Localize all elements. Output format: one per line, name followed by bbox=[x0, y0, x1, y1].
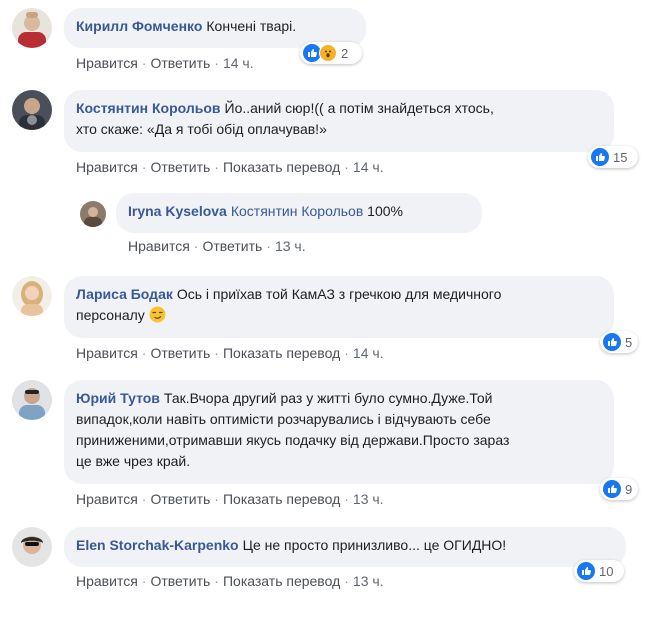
like-reaction-icon bbox=[603, 480, 621, 498]
reaction-number: 15 bbox=[613, 149, 628, 165]
comment-author[interactable]: Кирилл Фомченко bbox=[76, 18, 202, 34]
like-reaction-icon bbox=[603, 333, 621, 351]
comment-bubble: Костянтин Корольов Йо..аний сюр!(( а поті… bbox=[64, 90, 614, 152]
comment-text: приниженими,отримавши якусь подачку від … bbox=[76, 432, 510, 448]
reply-link[interactable]: Ответить bbox=[150, 491, 210, 507]
comment-bubble: Iryna Kyselova Костянтин Корольов 100% bbox=[116, 193, 482, 233]
reply-link[interactable]: Ответить bbox=[150, 55, 210, 71]
like-link[interactable]: Нравится bbox=[128, 238, 190, 254]
comment-text: Кончені тварі. bbox=[206, 18, 297, 34]
comment-time[interactable]: 13 ч. bbox=[275, 238, 306, 254]
comment-author[interactable]: Юрий Тутов bbox=[76, 390, 160, 406]
reaction-number: 5 bbox=[625, 334, 633, 350]
like-reaction-icon bbox=[591, 148, 609, 166]
reaction-count[interactable]: 5 bbox=[600, 331, 638, 353]
reply-link[interactable]: Ответить bbox=[150, 159, 210, 175]
reaction-count[interactable]: 2 bbox=[300, 42, 362, 64]
avatar-photo bbox=[12, 527, 52, 567]
reply-link[interactable]: Ответить bbox=[202, 238, 262, 254]
avatar[interactable] bbox=[12, 276, 52, 316]
comment-actions: Нравится · Ответить · Показать перевод · 14 ч. bbox=[76, 345, 384, 361]
avatar[interactable] bbox=[80, 201, 106, 227]
avatar[interactable] bbox=[12, 527, 52, 567]
avatar-photo bbox=[12, 276, 52, 316]
reaction-number: 2 bbox=[341, 45, 349, 61]
comment-actions: Нравится · Ответить · 14 ч. bbox=[76, 55, 254, 71]
like-link[interactable]: Нравится bbox=[76, 159, 138, 175]
translate-link[interactable]: Показать перевод bbox=[223, 573, 340, 589]
avatar[interactable] bbox=[12, 380, 52, 420]
reply-link[interactable]: Ответить bbox=[150, 573, 210, 589]
reaction-count[interactable]: 15 bbox=[588, 146, 638, 168]
comment-time[interactable]: 13 ч. bbox=[353, 573, 384, 589]
comment-time[interactable]: 14 ч. bbox=[353, 159, 384, 175]
avatar-photo bbox=[12, 380, 52, 420]
reaction-count[interactable]: 10 bbox=[574, 560, 624, 582]
comment-actions: Нравится · Ответить · 13 ч. bbox=[128, 238, 306, 254]
like-link[interactable]: Нравится bbox=[76, 573, 138, 589]
comment-actions: Нравится · Ответить · Показать перевод · 13 ч. bbox=[76, 573, 384, 589]
comment-text: Так.Вчора другий раз у житті було сумно.… bbox=[163, 390, 493, 406]
comment-bubble: Elen Storchak-Karpenko Це не просто прини… bbox=[64, 527, 626, 567]
comment-actions: Нравится · Ответить · Показать перевод · 13 ч. bbox=[76, 491, 384, 507]
comment-bubble: Юрий Тутов Так.Вчора другий раз у житті б… bbox=[64, 380, 614, 484]
comment-text: хто скаже: «Да я тобі обід оплачував!» bbox=[76, 121, 327, 137]
comment-text: Ось і приїхав той КамАЗ з гречкою для ме… bbox=[176, 286, 502, 302]
reply-link[interactable]: Ответить bbox=[150, 345, 210, 361]
comment-text: випадок,коли навіть оптимісти розчарувал… bbox=[76, 411, 491, 427]
reaction-number: 10 bbox=[599, 563, 614, 579]
like-link[interactable]: Нравится bbox=[76, 345, 138, 361]
avatar-photo bbox=[12, 8, 52, 48]
avatar-photo bbox=[12, 90, 52, 130]
comment-text: 100% bbox=[367, 203, 403, 219]
comment-text: це вже чрез край. bbox=[76, 453, 191, 469]
reaction-number: 9 bbox=[625, 481, 633, 497]
translate-link[interactable]: Показать перевод bbox=[223, 491, 340, 507]
comment-text: персоналу bbox=[76, 307, 145, 323]
comment-time[interactable]: 14 ч. bbox=[223, 55, 254, 71]
comment-actions: Нравится · Ответить · Показать перевод · 14 ч. bbox=[76, 159, 384, 175]
avatar[interactable] bbox=[12, 8, 52, 48]
comment-time[interactable]: 14 ч. bbox=[353, 345, 384, 361]
wow-reaction-icon bbox=[319, 44, 337, 62]
translate-link[interactable]: Показать перевод bbox=[223, 345, 340, 361]
comment-author[interactable]: Iryna Kyselova bbox=[128, 203, 227, 219]
like-reaction-icon bbox=[577, 562, 595, 580]
comment-text: Йо..аний сюр!(( а потім знайдеться хтось… bbox=[224, 100, 494, 116]
avatar-photo bbox=[80, 201, 106, 227]
comment-text: Це не просто принизливо... це ОГИДНО! bbox=[242, 537, 507, 553]
comment-author[interactable]: Костянтин Корольов bbox=[76, 100, 221, 116]
comment-author[interactable]: Лариса Бодак bbox=[76, 286, 173, 302]
comment-time[interactable]: 13 ч. bbox=[353, 491, 384, 507]
like-link[interactable]: Нравится bbox=[76, 55, 138, 71]
comment-bubble: Лариса Бодак Ось і приїхав той КамАЗ з гр… bbox=[64, 276, 614, 338]
smirk-emoji-icon bbox=[149, 306, 166, 329]
translate-link[interactable]: Показать перевод bbox=[223, 159, 340, 175]
avatar[interactable] bbox=[12, 90, 52, 130]
mention-link[interactable]: Костянтин Корольов bbox=[231, 203, 363, 219]
reaction-count[interactable]: 9 bbox=[600, 478, 638, 500]
comment-author[interactable]: Elen Storchak-Karpenko bbox=[76, 537, 239, 553]
like-link[interactable]: Нравится bbox=[76, 491, 138, 507]
